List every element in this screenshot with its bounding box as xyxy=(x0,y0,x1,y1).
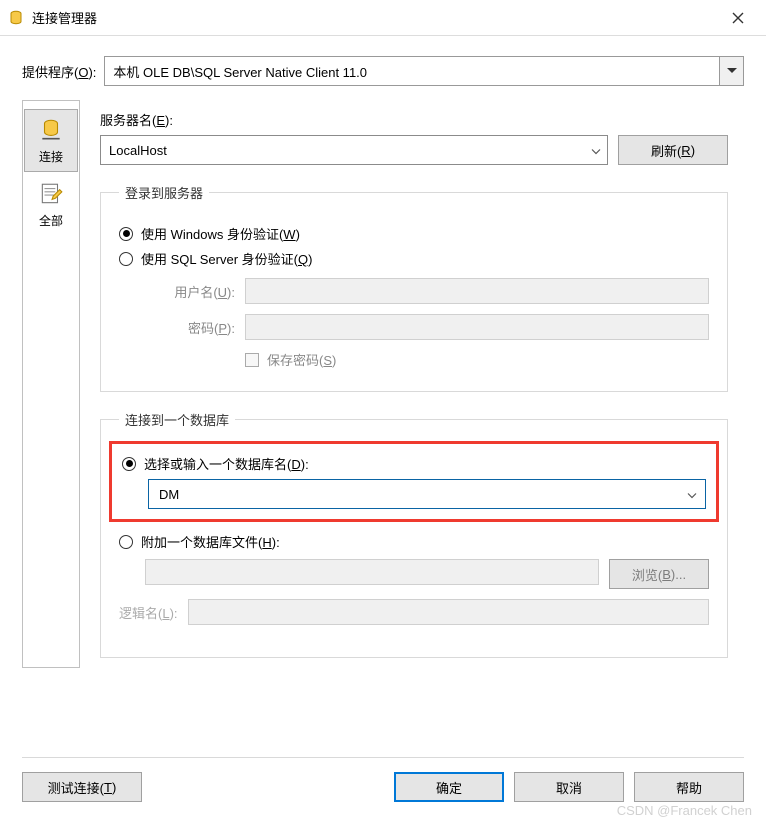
sidebar-tab-all-label: 全部 xyxy=(39,212,63,229)
browse-button: 浏览(B)... xyxy=(609,559,709,589)
provider-row: 提供程序(O): 本机 OLE DB\SQL Server Native Cli… xyxy=(0,36,766,100)
database-fieldset: 连接到一个数据库 选择或输入一个数据库名(D): DM 附加一个数据库文件(H)… xyxy=(100,410,728,658)
divider xyxy=(22,757,744,758)
auth-sql-label: 使用 SQL Server 身份验证(Q) xyxy=(141,249,312,268)
refresh-button[interactable]: 刷新(R) xyxy=(618,135,728,165)
sidebar: 连接 全部 xyxy=(22,100,80,668)
save-password-label: 保存密码(S) xyxy=(267,350,336,369)
close-button[interactable] xyxy=(718,0,758,36)
database-legend: 连接到一个数据库 xyxy=(119,410,235,429)
server-label: 服务器名(E): xyxy=(100,110,728,129)
db-select-radio[interactable]: 选择或输入一个数据库名(D): xyxy=(122,454,706,473)
chevron-down-icon xyxy=(591,143,601,158)
auth-windows-label: 使用 Windows 身份验证(W) xyxy=(141,224,300,243)
radio-icon xyxy=(119,227,133,241)
provider-select[interactable]: 本机 OLE DB\SQL Server Native Client 11.0 xyxy=(104,56,744,86)
radio-icon xyxy=(122,457,136,471)
db-attach-label: 附加一个数据库文件(H): xyxy=(141,532,280,551)
server-name-combo[interactable]: LocalHost xyxy=(100,135,608,165)
server-name-value: LocalHost xyxy=(109,143,167,158)
sidebar-tab-connection[interactable]: 连接 xyxy=(24,109,78,172)
database-name-combo[interactable]: DM xyxy=(148,479,706,509)
db-select-label: 选择或输入一个数据库名(D): xyxy=(144,454,309,473)
username-input xyxy=(245,278,709,304)
provider-label: 提供程序(O): xyxy=(22,62,96,81)
main: 连接 全部 服务器名(E): LocalHost 刷新(R) 登录到服务器 使用… xyxy=(0,100,766,688)
save-password-checkbox: 保存密码(S) xyxy=(245,350,709,369)
auth-sql-radio[interactable]: 使用 SQL Server 身份验证(Q) xyxy=(119,249,709,268)
password-label: 密码(P): xyxy=(145,318,235,337)
radio-icon xyxy=(119,535,133,549)
sidebar-tab-connection-label: 连接 xyxy=(39,148,63,165)
chevron-down-icon xyxy=(687,487,697,502)
db-attach-radio[interactable]: 附加一个数据库文件(H): xyxy=(119,532,709,551)
chevron-down-icon xyxy=(719,57,743,85)
sidebar-tab-all[interactable]: 全部 xyxy=(24,174,78,235)
content: 服务器名(E): LocalHost 刷新(R) 登录到服务器 使用 Windo… xyxy=(80,100,744,668)
titlebar: 连接管理器 xyxy=(0,0,766,36)
login-legend: 登录到服务器 xyxy=(119,183,209,202)
attach-file-input xyxy=(145,559,599,585)
database-name-value: DM xyxy=(159,487,179,502)
logical-name-label: 逻辑名(L): xyxy=(119,603,178,622)
logical-name-input xyxy=(188,599,709,625)
checkbox-icon xyxy=(245,353,259,367)
close-icon xyxy=(732,12,744,24)
login-fieldset: 登录到服务器 使用 Windows 身份验证(W) 使用 SQL Server … xyxy=(100,183,728,392)
watermark: CSDN @Francek Chen xyxy=(617,803,752,818)
window-title: 连接管理器 xyxy=(32,8,718,27)
test-connection-button[interactable]: 测试连接(T) xyxy=(22,772,142,802)
sheet-pencil-icon xyxy=(37,180,65,208)
provider-value: 本机 OLE DB\SQL Server Native Client 11.0 xyxy=(113,62,367,81)
radio-icon xyxy=(119,252,133,266)
db-icon xyxy=(8,10,24,26)
username-label: 用户名(U): xyxy=(145,282,235,301)
help-button[interactable]: 帮助 xyxy=(634,772,744,802)
ok-button[interactable]: 确定 xyxy=(394,772,504,802)
footer: 测试连接(T) 确定 取消 帮助 xyxy=(22,772,744,802)
highlight-box: 选择或输入一个数据库名(D): DM xyxy=(109,441,719,522)
password-input xyxy=(245,314,709,340)
db-connection-icon xyxy=(37,116,65,144)
auth-windows-radio[interactable]: 使用 Windows 身份验证(W) xyxy=(119,224,709,243)
cancel-button[interactable]: 取消 xyxy=(514,772,624,802)
